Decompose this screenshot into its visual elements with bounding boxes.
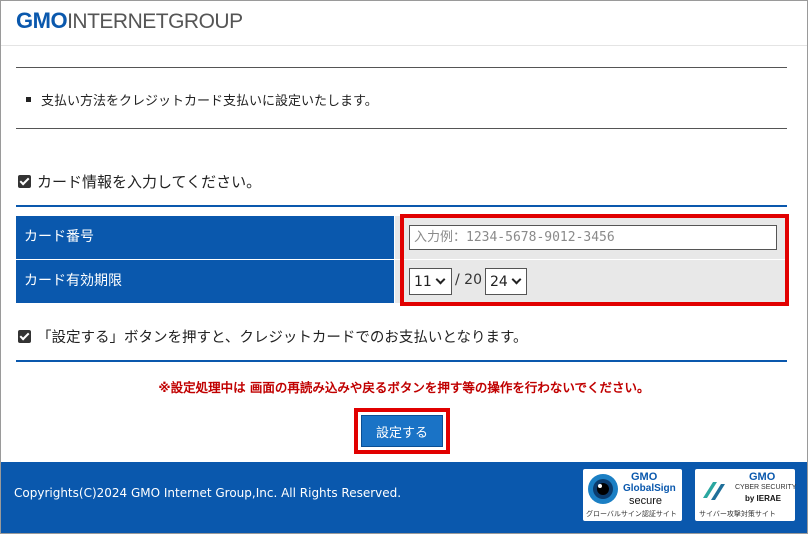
badge2-name2: by IERAE bbox=[745, 494, 782, 503]
divider-blue-bottom bbox=[16, 360, 787, 362]
logo-bold: GMO bbox=[16, 8, 68, 33]
divider-blue-top bbox=[16, 205, 787, 207]
card-number-label: カード番号 bbox=[16, 216, 394, 259]
agreement-checkbox-row[interactable]: 「設定する」ボタンを押すと、クレジットカードでのお支払いとなります。 bbox=[18, 326, 528, 347]
divider-top bbox=[16, 67, 787, 68]
highlight-box-card-fields bbox=[400, 214, 789, 306]
badge2-brand: GMO bbox=[749, 471, 776, 483]
copyright-text: Copyrights(C)2024 GMO Internet Group,Inc… bbox=[14, 486, 402, 500]
header: GMOINTERNETGROUP bbox=[1, 0, 807, 46]
notice: 支払い方法をクレジットカード支払いに設定いたします。 bbox=[26, 90, 378, 109]
logo-rest: INTERNETGROUP bbox=[67, 10, 243, 33]
badge1-caption: グローバルサイン認証サイト bbox=[586, 511, 677, 518]
badge2-caption: サイバー攻撃対策サイト bbox=[699, 511, 776, 518]
footer: Copyrights(C)2024 GMO Internet Group,Inc… bbox=[1, 462, 807, 533]
ierae-shield-icon bbox=[703, 482, 725, 500]
badge1-name2: secure bbox=[629, 495, 663, 507]
bullet-icon bbox=[26, 97, 31, 102]
notice-text: 支払い方法をクレジットカード支払いに設定いたします。 bbox=[41, 94, 378, 109]
card-info-checkbox[interactable] bbox=[18, 175, 31, 188]
card-info-checkbox-label: カード情報を入力してください。 bbox=[37, 173, 262, 191]
card-info-checkbox-row[interactable]: カード情報を入力してください。 bbox=[18, 171, 261, 192]
badge1-brand: GMO bbox=[631, 471, 658, 483]
agreement-checkbox-label: 「設定する」ボタンを押すと、クレジットカードでのお支払いとなります。 bbox=[37, 330, 528, 346]
agreement-checkbox[interactable] bbox=[18, 330, 31, 343]
gmo-logo[interactable]: GMOINTERNETGROUP bbox=[16, 8, 243, 34]
expiry-label: カード有効期限 bbox=[16, 260, 394, 303]
globalsign-badge[interactable]: GMO GlobalSign secure グローバルサイン認証サイト bbox=[583, 469, 682, 521]
globalsign-eye-icon bbox=[588, 474, 618, 504]
divider-middle bbox=[16, 128, 787, 129]
highlight-box-submit bbox=[354, 408, 450, 454]
badge1-name1: GlobalSign bbox=[623, 483, 676, 494]
warning-text: ※設定処理中は 画面の再読み込みや戻るボタンを押す等の操作を行わないでください。 bbox=[158, 380, 650, 395]
badge2-name1: CYBER SECURITY bbox=[735, 484, 797, 491]
ierae-badge[interactable]: GMO CYBER SECURITY by IERAE サイバー攻撃対策サイト bbox=[695, 469, 797, 521]
